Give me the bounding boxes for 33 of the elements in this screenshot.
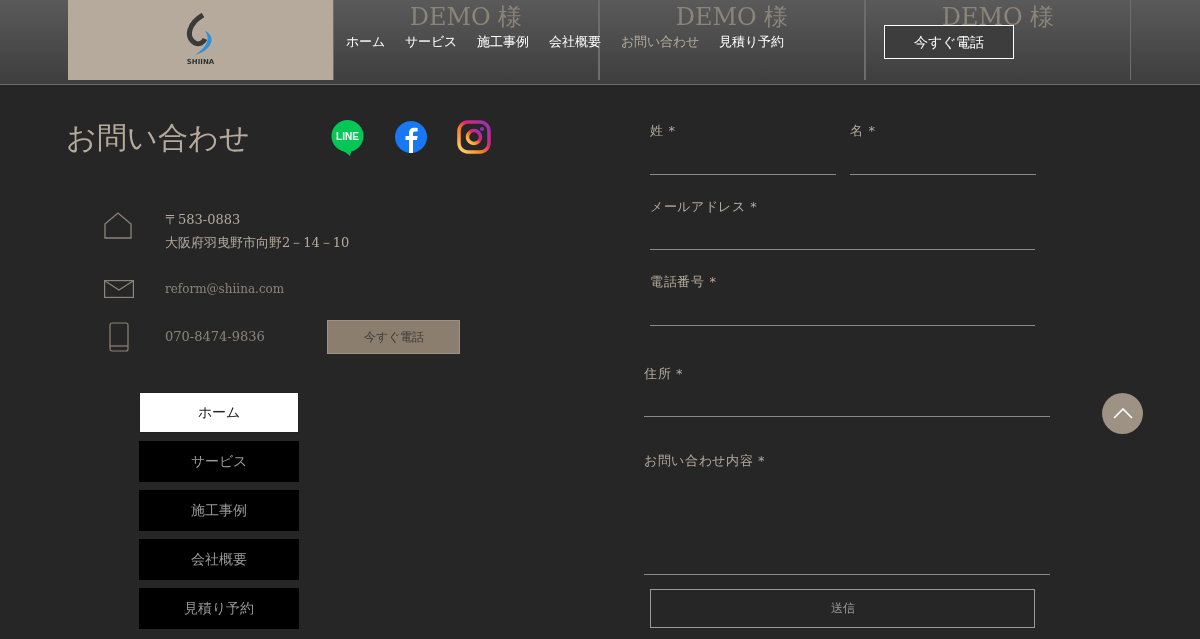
postal-code: 〒583-0883 xyxy=(165,211,242,229)
facebook-icon[interactable] xyxy=(394,119,428,154)
nav-link[interactable]: お問い合わせ xyxy=(615,32,705,52)
email-link[interactable]: reform@shiina.com xyxy=(165,280,285,298)
menu-button[interactable]: サービス xyxy=(139,441,299,482)
field-label: 住所 * xyxy=(644,364,685,383)
nav-link[interactable]: 施工事例 xyxy=(471,32,535,52)
field-label: お問い合わせ内容 * xyxy=(644,452,767,470)
banner-text: DEMO 様 xyxy=(675,2,789,33)
submit-button[interactable]: 送信 xyxy=(650,588,1035,628)
instagram-icon[interactable] xyxy=(457,119,491,154)
menu-button[interactable]: 見積り予約 xyxy=(139,588,299,629)
nav-link[interactable]: 見積り予約 xyxy=(713,32,790,52)
call-button[interactable]: 今すぐ電話 xyxy=(884,25,1014,59)
nav-link[interactable]: サービス xyxy=(399,32,463,52)
address-text: 大阪府羽曳野市向野2－14－10 xyxy=(165,234,350,252)
nav-link[interactable]: 会社概要 xyxy=(543,32,607,52)
smartphone-icon xyxy=(109,322,129,352)
menu-button[interactable]: 会社概要 xyxy=(139,539,299,580)
scroll-to-top-button[interactable] xyxy=(1102,393,1143,434)
menu-button[interactable]: 施工事例 xyxy=(139,490,299,531)
field-label: メールアドレス * xyxy=(650,197,759,216)
chevron-up-icon xyxy=(1112,408,1133,419)
page-title: お問い合わせ xyxy=(66,119,251,157)
envelope-icon xyxy=(104,280,134,298)
field-label: 電話番号 * xyxy=(650,273,718,291)
field-label: 姓 * xyxy=(650,122,677,140)
nav-link[interactable]: ホーム xyxy=(340,32,391,52)
field-label: 名 * xyxy=(850,122,877,140)
banner-text: DEMO 様 xyxy=(409,2,523,33)
menu-button[interactable]: ホーム xyxy=(139,392,299,433)
house-icon xyxy=(104,212,132,239)
phone-number: 070-8474-9836 xyxy=(165,328,266,347)
